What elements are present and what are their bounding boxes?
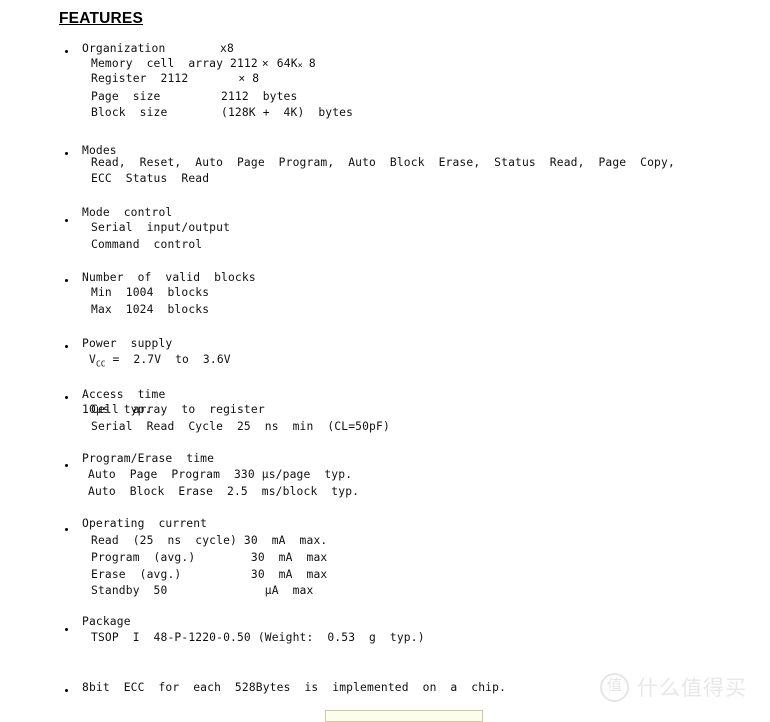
watermark-badge-icon: 值	[600, 672, 629, 702]
watermark: 值 什么值得买	[600, 672, 747, 702]
section-title-access-time: Access time	[82, 388, 166, 401]
operating-current-erase: Erase (avg.) 30 mA max	[91, 568, 328, 581]
organization-line-page-size-label: Page size	[91, 90, 161, 103]
bullet-icon	[65, 152, 68, 155]
watermark-text: 什么值得买	[637, 676, 747, 700]
program-erase-auto-page-program: Auto Page Program 330 µs/page typ.	[88, 468, 353, 481]
organization-page-size-value: 2112 bytes	[221, 90, 298, 103]
organization-block-size-value: (128K + 4K) bytes	[221, 106, 354, 119]
memory-cell-array-64k: 64K	[276, 57, 298, 70]
section-title-operating-current: Operating current	[82, 517, 208, 530]
vcc-range: = 2.7V to 3.6V	[105, 353, 231, 366]
memory-cell-array-label: Memory cell array 2112	[91, 57, 258, 70]
mode-control-line-1: Serial input/output	[91, 221, 231, 234]
highlight-box	[325, 710, 483, 722]
package-tsop-line: TSOP I 48-P-1220-0.50 (Weight: 0.53 g ty…	[91, 631, 425, 644]
memory-cell-array-8: 8	[308, 57, 316, 70]
mode-control-line-2: Command control	[91, 238, 203, 251]
bullet-icon	[65, 689, 68, 692]
bullet-icon	[65, 396, 68, 399]
cell-array-access-value: 10µs typ.	[82, 403, 152, 416]
bullet-icon	[65, 279, 68, 282]
section-title-program-erase-time: Program/Erase time	[82, 452, 215, 465]
valid-blocks-max: Max 1024 blocks	[91, 303, 210, 316]
bullet-icon	[65, 345, 68, 348]
bullet-icon	[65, 50, 68, 53]
operating-current-read: Read (25 ns cycle) 30 mA max.	[91, 534, 328, 547]
operating-current-program: Program (avg.) 30 mA max	[91, 551, 328, 564]
bullet-icon	[65, 219, 68, 222]
document-page: FEATURES Organization x8 Memory cell arr…	[0, 0, 770, 722]
modes-line-1: Read, Reset, Auto Page Program, Auto Blo…	[91, 156, 675, 169]
bullet-icon	[65, 628, 68, 631]
bullet-icon	[65, 464, 68, 467]
program-erase-auto-block-erase: Auto Block Erase 2.5 ms/block typ.	[88, 485, 360, 498]
section-title-package: Package	[82, 615, 131, 628]
organization-value: x8	[220, 42, 234, 55]
access-time-cell-array-line: Cell array to register 10µs typ.	[82, 403, 265, 416]
page-title: FEATURES	[59, 10, 143, 27]
valid-blocks-min: Min 1004 blocks	[91, 286, 210, 299]
overlap-group: Cell array to register 10µs typ.	[82, 403, 265, 416]
section-title-organization: Organization	[82, 42, 166, 55]
organization-line-memory-cell-array: Memory cell array 2112 × 64K× 8	[91, 57, 316, 70]
organization-line-register: Register 2112 × 8	[91, 72, 259, 85]
access-time-serial-read-cycle: Serial Read Cycle 25 ns min (CL=50pF)	[91, 420, 390, 433]
ecc-statement: 8bit ECC for each 528Bytes is implemente…	[82, 681, 507, 694]
section-title-valid-blocks: Number of valid blocks	[82, 271, 256, 284]
operating-current-standby: Standby 50 µA max	[91, 584, 314, 597]
vcc-label: V	[89, 353, 96, 366]
section-title-power-supply: Power supply	[82, 337, 173, 350]
power-supply-vcc-line: VCC = 2.7V to 3.6V	[89, 353, 231, 368]
modes-line-2: ECC Status Read	[91, 172, 210, 185]
section-title-mode-control: Mode control	[82, 206, 173, 219]
vcc-subscript: CC	[95, 359, 106, 369]
register-8: 8	[252, 72, 260, 85]
multiply-sign-icon: ×	[261, 57, 269, 70]
organization-line-block-size-label: Block size	[91, 106, 168, 119]
register-multiply-icon: ×	[238, 72, 246, 85]
bullet-icon	[65, 528, 68, 531]
register-label: Register 2112	[91, 72, 189, 85]
